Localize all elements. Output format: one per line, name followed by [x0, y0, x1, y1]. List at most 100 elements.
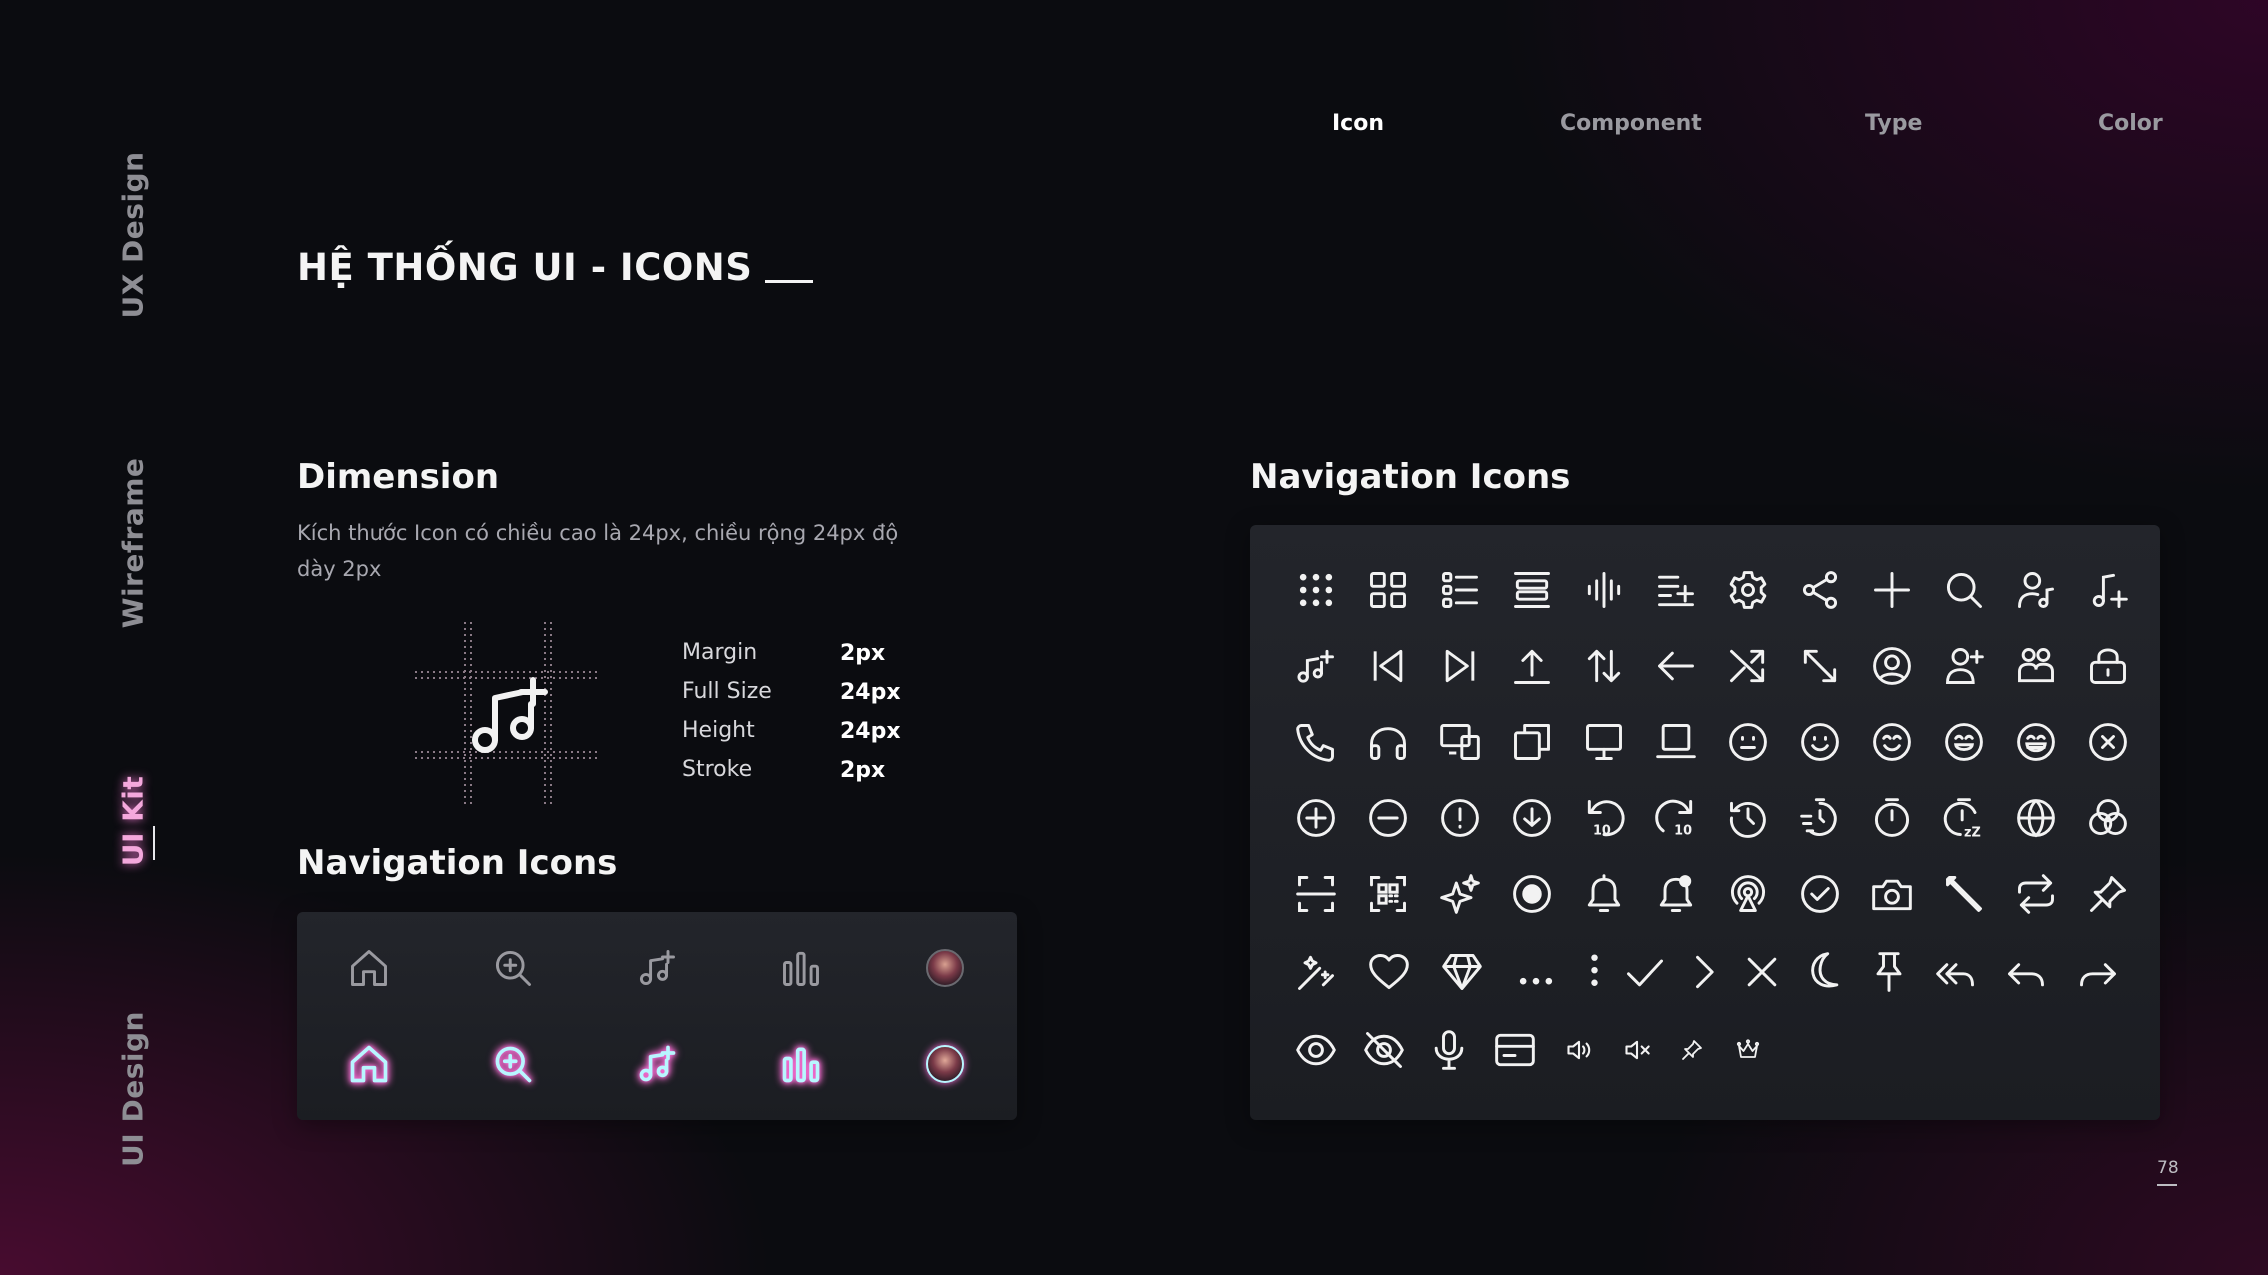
copy-icon[interactable]	[1496, 714, 1568, 770]
download-circle-icon[interactable]	[1496, 790, 1568, 846]
broadcast-icon[interactable]	[1712, 866, 1784, 922]
pencil-icon[interactable]	[1928, 866, 2000, 922]
scan-icon[interactable]	[1280, 866, 1352, 922]
phone-icon[interactable]	[1280, 714, 1352, 770]
nav-icons-preview-panel	[297, 912, 1017, 1120]
skip-back-icon[interactable]	[1352, 638, 1424, 694]
avatar[interactable]	[917, 1036, 973, 1092]
timer-fast-icon[interactable]	[1784, 790, 1856, 846]
colors-icon[interactable]	[2072, 790, 2144, 846]
microphone-icon[interactable]	[1416, 1022, 1482, 1078]
music-add-icon[interactable]	[629, 940, 685, 996]
forward-10-icon[interactable]: 10	[1640, 790, 1712, 846]
tab-icon[interactable]: Icon	[1332, 111, 1384, 136]
expand-icon[interactable]	[1784, 638, 1856, 694]
happy-icon[interactable]	[1784, 714, 1856, 770]
mute-icon[interactable]	[1610, 1022, 1664, 1078]
camera-icon[interactable]	[1856, 866, 1928, 922]
sleep-timer-icon[interactable]: zZ	[1928, 790, 2000, 846]
joy-icon[interactable]	[2000, 714, 2072, 770]
bell-icon[interactable]	[1568, 866, 1640, 922]
grin-icon[interactable]	[1856, 714, 1928, 770]
globe-icon[interactable]	[2000, 790, 2072, 846]
dots-grid-icon[interactable]	[1280, 562, 1352, 618]
devices-icon[interactable]	[1424, 714, 1496, 770]
rewind-10-icon[interactable]: 10	[1568, 790, 1640, 846]
user-add-icon[interactable]	[1928, 638, 2000, 694]
chart-bars-icon[interactable]	[773, 940, 829, 996]
music-note-plus-icon[interactable]	[2072, 562, 2144, 618]
laptop-icon[interactable]	[1640, 714, 1712, 770]
users-icon[interactable]	[2000, 638, 2072, 694]
more-vertical-icon[interactable]	[1573, 944, 1616, 1000]
monitor-icon[interactable]	[1568, 714, 1640, 770]
tab-color[interactable]: Color	[2098, 111, 2163, 136]
side-nav-wireframe[interactable]: Wireframe	[117, 458, 150, 629]
zoom-in-icon[interactable]	[485, 940, 541, 996]
close-circle-icon[interactable]	[2072, 714, 2144, 770]
tab-type[interactable]: Type	[1865, 111, 1922, 136]
user-circle-icon[interactable]	[1856, 638, 1928, 694]
tab-component[interactable]: Component	[1560, 111, 1702, 136]
list-icon[interactable]	[1424, 562, 1496, 618]
history-icon[interactable]	[1712, 790, 1784, 846]
bell-badge-icon[interactable]	[1640, 866, 1712, 922]
moon-icon[interactable]	[1792, 944, 1856, 1000]
eye-off-icon[interactable]	[1352, 1022, 1416, 1078]
heart-icon[interactable]	[1352, 944, 1425, 1000]
home-icon[interactable]	[341, 1036, 397, 1092]
plus-icon[interactable]	[1856, 562, 1928, 618]
audio-wave-icon[interactable]	[1568, 562, 1640, 618]
headphones-icon[interactable]	[1352, 714, 1424, 770]
forward-icon[interactable]	[2062, 944, 2134, 1000]
home-icon[interactable]	[341, 940, 397, 996]
laugh-icon[interactable]	[1928, 714, 2000, 770]
eye-icon[interactable]	[1280, 1022, 1352, 1078]
add-circle-icon[interactable]	[1280, 790, 1352, 846]
check-circle-icon[interactable]	[1784, 866, 1856, 922]
magic-wand-icon[interactable]	[1280, 944, 1352, 1000]
shuffle-icon[interactable]	[1712, 638, 1784, 694]
skip-forward-icon[interactable]	[1424, 638, 1496, 694]
more-horizontal-icon[interactable]	[1499, 944, 1573, 1000]
pin-tilted-icon[interactable]	[2072, 866, 2144, 922]
upload-icon[interactable]	[1496, 638, 1568, 694]
grid-icon[interactable]	[1352, 562, 1424, 618]
diamond-icon[interactable]	[1425, 944, 1499, 1000]
gear-icon[interactable]	[1712, 562, 1784, 618]
record-icon[interactable]	[1496, 866, 1568, 922]
music-notes-icon[interactable]	[1280, 638, 1352, 694]
qr-code-icon[interactable]	[1352, 866, 1424, 922]
check-icon[interactable]	[1616, 944, 1674, 1000]
align-center-icon[interactable]	[1496, 562, 1568, 618]
minus-circle-icon[interactable]	[1352, 790, 1424, 846]
share-icon[interactable]	[1784, 562, 1856, 618]
list-add-icon[interactable]	[1640, 562, 1712, 618]
user-music-icon[interactable]	[2000, 562, 2072, 618]
smile-icon[interactable]	[1712, 714, 1784, 770]
lock-icon[interactable]	[2072, 638, 2144, 694]
avatar[interactable]	[917, 940, 973, 996]
side-nav-ux-design[interactable]: UX Design	[117, 151, 150, 318]
card-icon[interactable]	[1482, 1022, 1548, 1078]
close-icon[interactable]	[1732, 944, 1792, 1000]
search-icon[interactable]	[1928, 562, 2000, 618]
stopwatch-icon[interactable]	[1856, 790, 1928, 846]
volume-icon[interactable]	[1548, 1022, 1610, 1078]
chart-bars-icon[interactable]	[773, 1036, 829, 1092]
crown-icon[interactable]	[1720, 1022, 1776, 1078]
sparkle-icon[interactable]	[1424, 866, 1496, 922]
repeat-icon[interactable]	[2000, 866, 2072, 922]
music-add-icon[interactable]	[629, 1036, 685, 1092]
pin-icon[interactable]	[1856, 944, 1922, 1000]
sort-arrows-icon[interactable]	[1568, 638, 1640, 694]
pin-small-icon[interactable]	[1664, 1022, 1720, 1078]
side-nav-ui-design[interactable]: UI Design	[117, 1011, 150, 1167]
reply-icon[interactable]	[1990, 944, 2062, 1000]
alert-circle-icon[interactable]	[1424, 790, 1496, 846]
zoom-in-icon[interactable]	[485, 1036, 541, 1092]
chevron-right-icon[interactable]	[1674, 944, 1732, 1000]
arrow-left-icon[interactable]	[1640, 638, 1712, 694]
side-nav-ui-kit[interactable]: UI Kit	[117, 776, 150, 867]
reply-all-icon[interactable]	[1922, 944, 1990, 1000]
